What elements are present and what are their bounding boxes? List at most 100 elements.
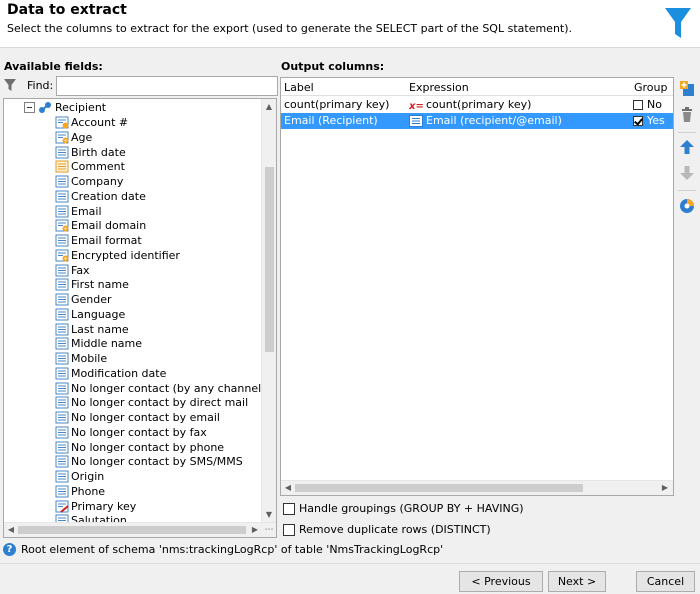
previous-button[interactable]: < Previous [459, 571, 543, 592]
tree-hscroll-thumb[interactable] [18, 526, 246, 534]
tree-item-label: Middle name [71, 337, 143, 351]
tree-item-label: Age [71, 130, 93, 144]
group-checkbox[interactable] [633, 116, 643, 126]
add-icon[interactable] [678, 80, 696, 98]
tree-item-label: Company [71, 175, 124, 188]
find-row: Find: [4, 76, 278, 96]
find-input[interactable] [56, 76, 278, 96]
cell-expression[interactable]: count(primary key) [426, 97, 531, 113]
tree-item-label: Gender [71, 293, 112, 306]
scroll-up-arrow-icon[interactable]: ▲ [263, 101, 275, 113]
cell-label[interactable]: Email (Recipient) [284, 113, 378, 129]
status-text: Root element of schema 'nms:trackingLogR… [21, 543, 444, 556]
field-icon [55, 441, 69, 453]
field-icon [55, 146, 69, 158]
field-icon [55, 396, 69, 409]
tree-item-label: Email format [71, 234, 142, 247]
field-icon [55, 426, 69, 439]
column-header-expression[interactable]: Expression [409, 81, 469, 94]
column-header-label[interactable]: Label [284, 81, 314, 94]
field-icon [55, 264, 69, 276]
scroll-left-arrow-icon[interactable]: ◀ [5, 524, 17, 536]
cell-group[interactable]: Yes [647, 113, 665, 129]
tree-item-label: Last name [71, 322, 129, 336]
tree-item-label: Creation date [71, 189, 146, 203]
tree-item-label: Phone [71, 484, 106, 498]
field-icon [55, 411, 69, 424]
find-label: Find: [27, 79, 54, 92]
tree-item-label: Fax [71, 263, 90, 277]
computed-field-icon [55, 249, 69, 262]
function-icon: x= [409, 101, 423, 111]
tree-item-label: First name [71, 278, 129, 292]
svg-text:x=: x= [409, 101, 423, 111]
primary-key-icon [55, 500, 69, 513]
tree-item-label: No longer contact by SMS/MMS [71, 455, 243, 469]
tree-viewport: Recipient Account # Age Birth date Comment C… [4, 99, 261, 523]
field-icon [55, 308, 69, 321]
collapse-icon[interactable] [24, 102, 35, 113]
handle-groupings-label[interactable]: Handle groupings (GROUP BY + HAVING) [299, 502, 524, 516]
field-icon [55, 367, 69, 380]
cell-group[interactable]: No [647, 97, 662, 113]
tree-item-label: Language [71, 307, 126, 321]
tree-item-label: Account # [71, 116, 129, 129]
grid-horizontal-scrollbar[interactable]: ◀ ▶ [281, 480, 673, 495]
resize-grip-icon[interactable]: ⋯ [263, 524, 275, 536]
tree-scroll-thumb[interactable] [265, 167, 274, 352]
remove-duplicates-label[interactable]: Remove duplicate rows (DISTINCT) [299, 523, 491, 537]
handle-groupings-checkbox[interactable] [283, 503, 295, 515]
available-fields-label: Available fields: [4, 60, 103, 73]
filter-icon[interactable] [4, 78, 16, 92]
funnel-icon [665, 8, 691, 38]
output-columns-label: Output columns: [281, 60, 385, 73]
cell-label[interactable]: count(primary key) [284, 97, 389, 113]
field-icon [55, 205, 69, 217]
column-header-group[interactable]: Group [634, 81, 668, 94]
grid-row[interactable]: count(primary key) x= count(primary key) No [281, 97, 673, 113]
tree-item-label: Email domain [71, 219, 147, 233]
available-fields-tree[interactable]: Recipient Account # Age Birth date Comment C… [3, 98, 277, 538]
computed-field-icon [55, 219, 69, 232]
grid-row[interactable]: Email (Recipient) Email (recipient/@email… [281, 113, 673, 129]
scroll-down-arrow-icon[interactable]: ▼ [263, 509, 275, 521]
wizard-footer: < Previous Next > Cancel [0, 563, 700, 594]
tree-item-label: No longer contact by direct mail [71, 396, 249, 410]
grid-scroll-right-arrow-icon[interactable]: ▶ [659, 482, 671, 494]
page-subtitle: Select the columns to extract for the ex… [7, 22, 573, 35]
delete-icon[interactable] [678, 106, 696, 124]
remove-duplicates-checkbox[interactable] [283, 524, 295, 536]
help-icon[interactable]: ? [3, 543, 16, 556]
tree-root-label: Recipient [55, 101, 107, 114]
field-icon [55, 485, 69, 498]
distribution-icon[interactable] [678, 197, 696, 215]
field-icon [55, 382, 69, 394]
field-icon [409, 115, 423, 127]
next-button[interactable]: Next > [548, 571, 606, 592]
toolbar-separator [678, 190, 696, 191]
grid-header: Label Expression Group [281, 78, 673, 96]
tree-item-label: Primary key [71, 499, 137, 513]
tree-item-label: No longer contact by email [71, 411, 220, 424]
tree-item-label: Comment [71, 160, 125, 174]
field-icon [55, 278, 69, 291]
page-title: Data to extract [7, 2, 127, 18]
move-down-icon[interactable] [678, 164, 696, 182]
cell-expression[interactable]: Email (recipient/@email) [426, 113, 562, 129]
header-banner: Data to extract Select the columns to ex… [0, 0, 700, 48]
scroll-right-arrow-icon[interactable]: ▶ [249, 524, 261, 536]
tree-item-label: No longer contact (by any channel) [71, 381, 261, 395]
group-checkbox[interactable] [633, 100, 643, 110]
output-columns-grid[interactable]: Label Expression Group count(primary key… [280, 77, 674, 496]
link-icon [39, 102, 51, 113]
computed-field-icon [55, 131, 69, 144]
cancel-button[interactable]: Cancel [636, 571, 695, 592]
tree-horizontal-scrollbar[interactable]: ◀ ▶ ⋯ [4, 522, 276, 537]
grid-scroll-left-arrow-icon[interactable]: ◀ [282, 482, 294, 494]
tree-vertical-scrollbar[interactable]: ▲ ▼ [261, 99, 276, 523]
grid-hscroll-thumb[interactable] [295, 484, 583, 492]
key-field-icon [55, 116, 69, 129]
field-icon [55, 293, 69, 306]
move-up-icon[interactable] [678, 138, 696, 156]
field-icon [55, 175, 69, 188]
